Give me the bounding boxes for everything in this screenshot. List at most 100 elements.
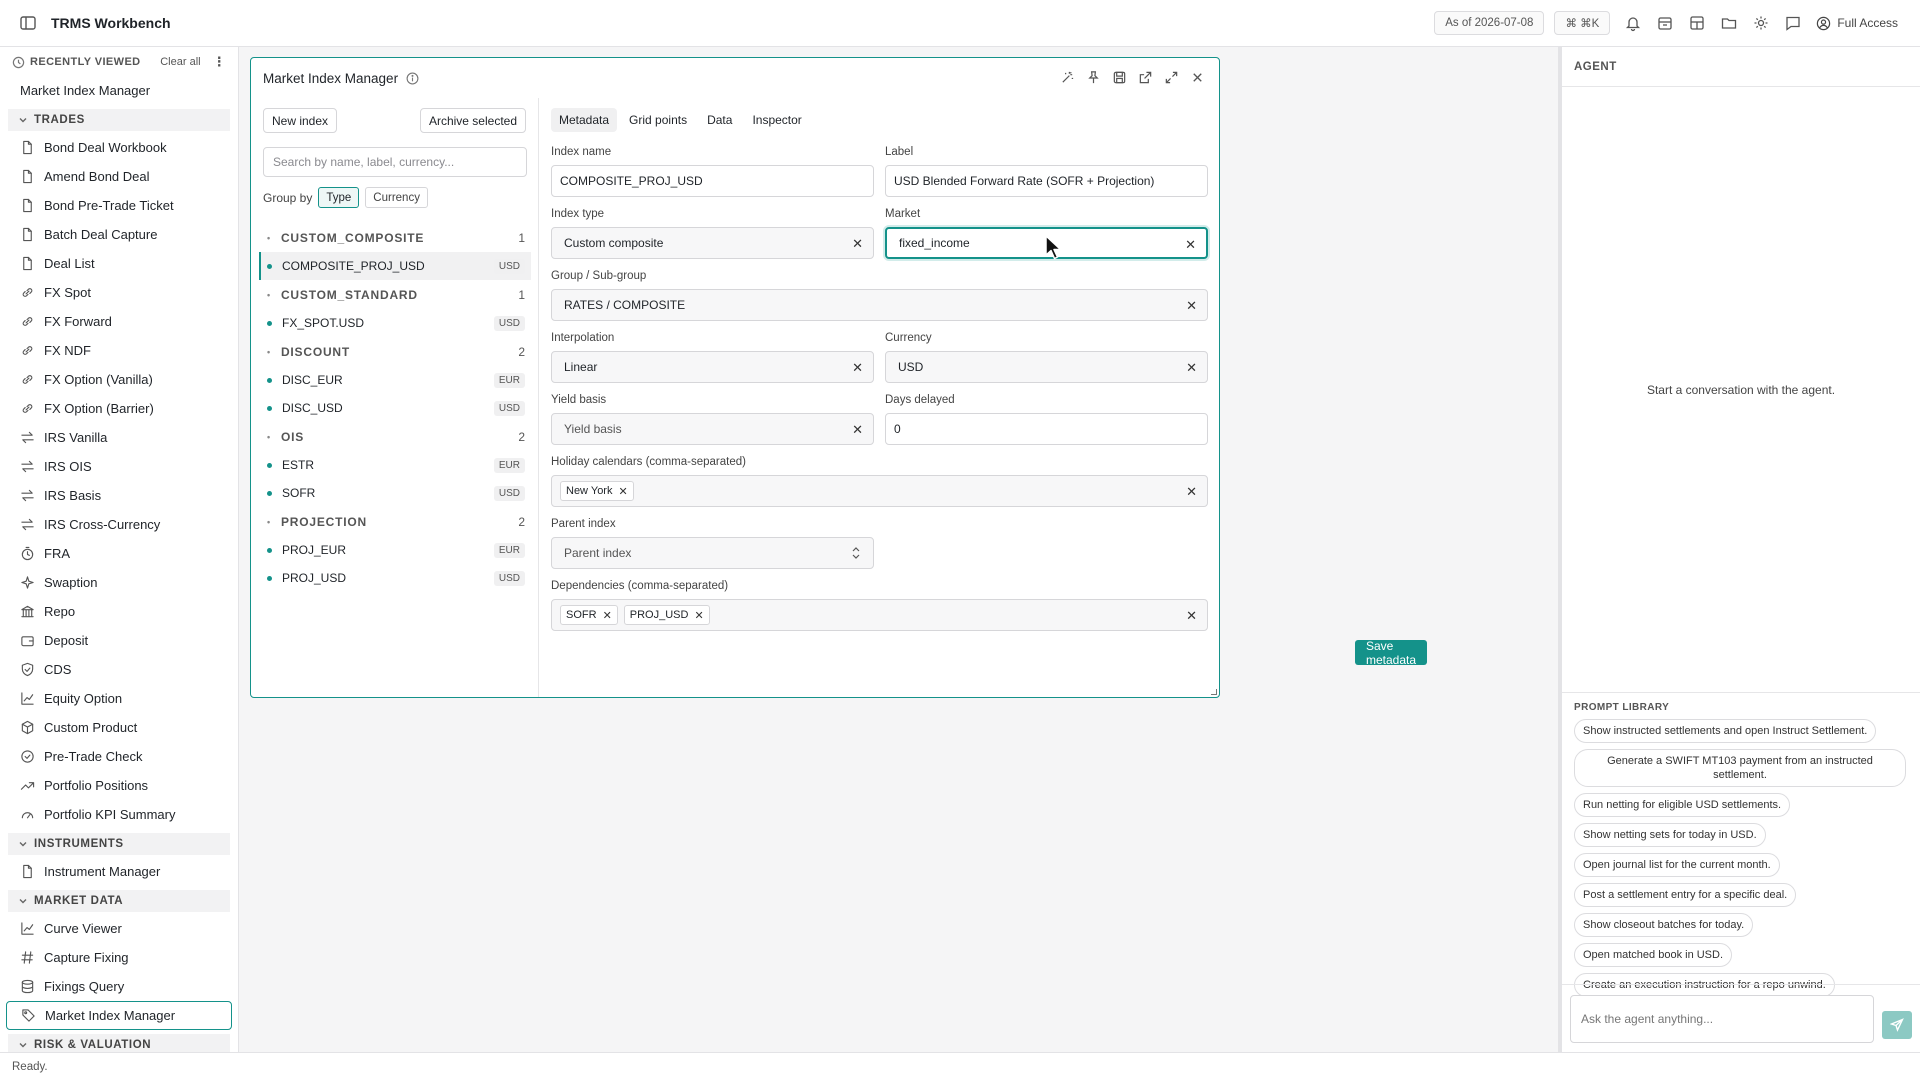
info-icon[interactable] (406, 72, 419, 85)
recent-item-market-index-manager[interactable]: Market Index Manager (0, 75, 238, 105)
sidebar-item-irs-vanilla[interactable]: IRS Vanilla (0, 423, 238, 452)
clear-yield-basis-icon[interactable]: ✕ (852, 422, 863, 438)
bell-icon[interactable] (1624, 14, 1642, 32)
sidebar-item-deposit[interactable]: Deposit (0, 626, 238, 655)
clear-market-icon[interactable]: ✕ (1185, 237, 1196, 253)
layout-icon[interactable] (1688, 14, 1706, 32)
parent-index-select[interactable]: Parent index (551, 537, 874, 569)
sidebar-item-equity-option[interactable]: Equity Option (0, 684, 238, 713)
holiday-calendars-input[interactable]: New York ✕ ✕ (551, 475, 1208, 507)
remove-chip-icon[interactable]: ✕ (603, 609, 612, 622)
label-input[interactable]: USD Blended Forward Rate (SOFR + Project… (885, 165, 1208, 197)
prompt-suggestion[interactable]: Show closeout batches for today. (1574, 913, 1754, 937)
section-header-risk-valuation[interactable]: RISK & VALUATION (8, 1034, 230, 1052)
prompt-suggestion[interactable]: Post a settlement entry for a specific d… (1574, 883, 1797, 907)
sidebar-item-instrument-manager[interactable]: Instrument Manager (0, 857, 238, 886)
group-select[interactable]: RATES / COMPOSITE ✕ (551, 289, 1208, 321)
archive-selected-button[interactable]: Archive selected (419, 108, 526, 133)
index-name-input[interactable]: COMPOSITE_PROJ_USD (551, 165, 874, 197)
clear-currency-icon[interactable]: ✕ (1186, 360, 1197, 376)
sidebar-item-fx-spot[interactable]: FX Spot (0, 278, 238, 307)
external-link-icon[interactable] (1138, 70, 1153, 85)
section-header-market-data[interactable]: MARKET DATA (8, 890, 230, 912)
clear-index-type-icon[interactable]: ✕ (852, 236, 863, 252)
group-header-ois[interactable]: • OIS 2 (259, 422, 531, 451)
close-icon[interactable] (1190, 70, 1205, 85)
save-icon[interactable] (1112, 70, 1127, 85)
index-row-proj-eur[interactable]: PROJ_EUR EUR (259, 536, 531, 564)
sidebar-item-deal-list[interactable]: Deal List (0, 249, 238, 278)
gear-icon[interactable] (1752, 14, 1770, 32)
clear-interpolation-icon[interactable]: ✕ (852, 360, 863, 376)
folder-icon[interactable] (1720, 14, 1738, 32)
index-row-fx-spot-usd[interactable]: FX_SPOT.USD USD (259, 309, 531, 337)
index-row-composite-proj-usd[interactable]: COMPOSITE_PROJ_USD USD (259, 252, 531, 280)
sidebar-item-fixings-query[interactable]: Fixings Query (0, 972, 238, 1001)
tab-data[interactable]: Data (699, 108, 740, 132)
sidebar-item-irs-ois[interactable]: IRS OIS (0, 452, 238, 481)
search-input[interactable] (263, 147, 527, 177)
clear-holidays-icon[interactable]: ✕ (1186, 484, 1197, 500)
sidebar-item-fx-option-barrier[interactable]: FX Option (Barrier) (0, 394, 238, 423)
tab-grid-points[interactable]: Grid points (621, 108, 695, 132)
group-header-custom-composite[interactable]: • CUSTOM_COMPOSITE 1 (259, 223, 531, 252)
index-row-estr[interactable]: ESTR EUR (259, 451, 531, 479)
index-row-sofr[interactable]: SOFR USD (259, 479, 531, 507)
more-options-icon[interactable]: ⋮ (213, 54, 226, 70)
save-metadata-button[interactable]: Save metadata (1355, 639, 1428, 667)
command-palette-button[interactable]: ⌘ ⌘K (1554, 11, 1611, 35)
sidebar-item-fx-option-vanilla[interactable]: FX Option (Vanilla) (0, 365, 238, 394)
as-of-date-button[interactable]: As of 2026-07-08 (1434, 11, 1545, 35)
pin-icon[interactable] (1086, 70, 1101, 85)
group-by-currency-toggle[interactable]: Currency (365, 187, 428, 208)
tab-inspector[interactable]: Inspector (744, 108, 809, 132)
new-index-button[interactable]: New index (263, 108, 338, 133)
magic-wand-icon[interactable] (1060, 70, 1075, 85)
sidebar-item-fra[interactable]: FRA (0, 539, 238, 568)
sidebar-item-portfolio-kpi-summary[interactable]: Portfolio KPI Summary (0, 800, 238, 829)
sidebar-item-pre-trade-check[interactable]: Pre-Trade Check (0, 742, 238, 771)
clear-all-button[interactable]: Clear all (160, 56, 200, 68)
section-header-instruments[interactable]: INSTRUMENTS (8, 833, 230, 855)
calendar-icon[interactable] (1656, 14, 1674, 32)
group-by-type-toggle[interactable]: Type (318, 187, 360, 208)
currency-select[interactable]: USD ✕ (885, 351, 1208, 383)
prompt-suggestion[interactable]: Open matched book in USD. (1574, 943, 1733, 967)
sidebar-item-repo[interactable]: Repo (0, 597, 238, 626)
sidebar-toggle-icon[interactable] (19, 14, 37, 32)
sidebar-item-batch-deal-capture[interactable]: Batch Deal Capture (0, 220, 238, 249)
clear-dependencies-icon[interactable]: ✕ (1186, 608, 1197, 624)
sidebar-item-custom-product[interactable]: Custom Product (0, 713, 238, 742)
dependencies-input[interactable]: SOFR ✕ PROJ_USD ✕ ✕ (551, 599, 1208, 631)
interpolation-select[interactable]: Linear ✕ (551, 351, 874, 383)
sidebar-item-cds[interactable]: CDS (0, 655, 238, 684)
maximize-icon[interactable] (1164, 70, 1179, 85)
sidebar-item-swaption[interactable]: Swaption (0, 568, 238, 597)
group-header-projection[interactable]: • PROJECTION 2 (259, 507, 531, 536)
sidebar-item-irs-cross-currency[interactable]: IRS Cross-Currency (0, 510, 238, 539)
yield-basis-select[interactable]: Yield basis ✕ (551, 413, 874, 445)
tab-metadata[interactable]: Metadata (551, 108, 618, 132)
prompt-suggestion[interactable]: Generate a SWIFT MT103 payment from an i… (1574, 749, 1906, 787)
sidebar-item-bond-pre-trade-ticket[interactable]: Bond Pre-Trade Ticket (0, 191, 238, 220)
prompt-suggestion[interactable]: Open journal list for the current month. (1574, 853, 1780, 877)
section-header-trades[interactable]: TRADES (8, 109, 230, 131)
sidebar-item-amend-bond-deal[interactable]: Amend Bond Deal (0, 162, 238, 191)
clear-group-icon[interactable]: ✕ (1186, 298, 1197, 314)
index-row-proj-usd[interactable]: PROJ_USD USD (259, 564, 531, 592)
resize-handle[interactable] (1211, 689, 1217, 695)
index-row-disc-eur[interactable]: DISC_EUR EUR (259, 366, 531, 394)
chat-icon[interactable] (1784, 14, 1802, 32)
sidebar-item-curve-viewer[interactable]: Curve Viewer (0, 914, 238, 943)
sidebar-item-market-index-manager[interactable]: Market Index Manager (6, 1001, 232, 1030)
group-header-custom-standard[interactable]: • CUSTOM_STANDARD 1 (259, 280, 531, 309)
sidebar-item-fx-forward[interactable]: FX Forward (0, 307, 238, 336)
full-access-button[interactable]: Full Access (1816, 16, 1898, 31)
sidebar-item-portfolio-positions[interactable]: Portfolio Positions (0, 771, 238, 800)
index-type-select[interactable]: Custom composite ✕ (551, 227, 874, 259)
group-header-discount[interactable]: • DISCOUNT 2 (259, 337, 531, 366)
index-row-disc-usd[interactable]: DISC_USD USD (259, 394, 531, 422)
send-button[interactable] (1882, 1011, 1912, 1039)
sidebar-item-fx-ndf[interactable]: FX NDF (0, 336, 238, 365)
sidebar-item-capture-fixing[interactable]: Capture Fixing (0, 943, 238, 972)
